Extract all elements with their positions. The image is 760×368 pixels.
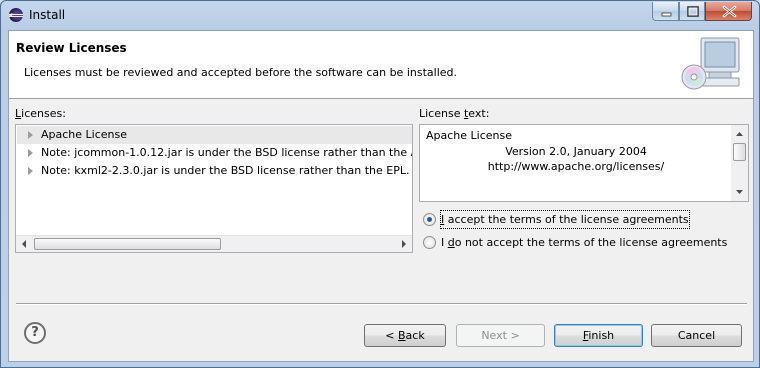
tree-item-label: Apache License: [41, 128, 128, 141]
install-dialog: Install Review Licenses Licenses must be…: [0, 0, 760, 368]
back-button[interactable]: < Back: [364, 324, 446, 347]
maximize-button[interactable]: [679, 2, 705, 21]
close-icon: [722, 5, 737, 18]
finish-button[interactable]: Finish: [554, 324, 643, 347]
expand-arrow-icon[interactable]: [28, 167, 33, 175]
scroll-down-icon[interactable]: [731, 184, 748, 201]
next-button[interactable]: Next >: [456, 324, 545, 347]
title-bar[interactable]: Install: [1, 1, 759, 30]
tree-item-apache-license[interactable]: Apache License: [17, 126, 412, 144]
license-text-line: Apache License: [426, 129, 513, 142]
minimize-button[interactable]: [652, 2, 679, 21]
tree-item-label: Note: jcommon-1.0.12.jar is under the BS…: [41, 146, 412, 159]
license-text-line: http://www.apache.org/licenses/: [487, 160, 665, 173]
dialog-body: Review Licenses Licenses must be reviewe…: [8, 30, 754, 362]
page-description: Licenses must be reviewed and accepted b…: [24, 66, 457, 79]
window-title: Install: [29, 8, 66, 22]
page-title: Review Licenses: [16, 41, 127, 55]
maximize-icon: [687, 6, 699, 17]
decline-license-label: I do not accept the terms of the license…: [441, 236, 728, 249]
scrollbar-thumb[interactable]: [34, 238, 221, 250]
scrollbar-thumb[interactable]: [733, 143, 746, 161]
license-text-area[interactable]: Apache License Version 2.0, January 2004…: [419, 124, 749, 202]
licenses-tree[interactable]: Apache License Note: jcommon-1.0.12.jar …: [15, 124, 413, 253]
scroll-left-icon[interactable]: [16, 236, 33, 252]
scroll-right-icon[interactable]: [395, 236, 412, 252]
tree-item-jcommon-note[interactable]: Note: jcommon-1.0.12.jar is under the BS…: [17, 144, 412, 162]
radio-button-checked[interactable]: [423, 213, 436, 226]
expand-arrow-icon[interactable]: [28, 149, 33, 157]
eclipse-icon: [9, 8, 23, 22]
cancel-button[interactable]: Cancel: [651, 324, 742, 347]
radio-dot: [427, 217, 432, 222]
vertical-scrollbar[interactable]: [731, 125, 748, 201]
accept-license-label: I accept the terms of the license agreem…: [440, 210, 690, 229]
horizontal-scrollbar[interactable]: [16, 235, 412, 252]
button-bar-separator: [16, 303, 747, 305]
expand-arrow-icon[interactable]: [28, 131, 33, 139]
radio-button-unchecked[interactable]: [423, 236, 436, 249]
license-text-label: License text:: [419, 107, 490, 120]
scroll-up-icon[interactable]: [731, 125, 748, 142]
close-button[interactable]: [705, 2, 752, 21]
header-banner: Review Licenses Licenses must be reviewe…: [9, 31, 753, 99]
help-icon[interactable]: ?: [24, 322, 46, 344]
tree-item-kxml2-note[interactable]: Note: kxml2-2.3.0.jar is under the BSD l…: [17, 162, 412, 180]
install-computer-icon: [681, 37, 740, 90]
minimize-icon: [661, 12, 672, 17]
licenses-label: Licenses:: [15, 107, 66, 120]
license-text-line: Version 2.0, January 2004: [505, 145, 647, 158]
tree-item-label: Note: kxml2-2.3.0.jar is under the BSD l…: [41, 164, 412, 177]
